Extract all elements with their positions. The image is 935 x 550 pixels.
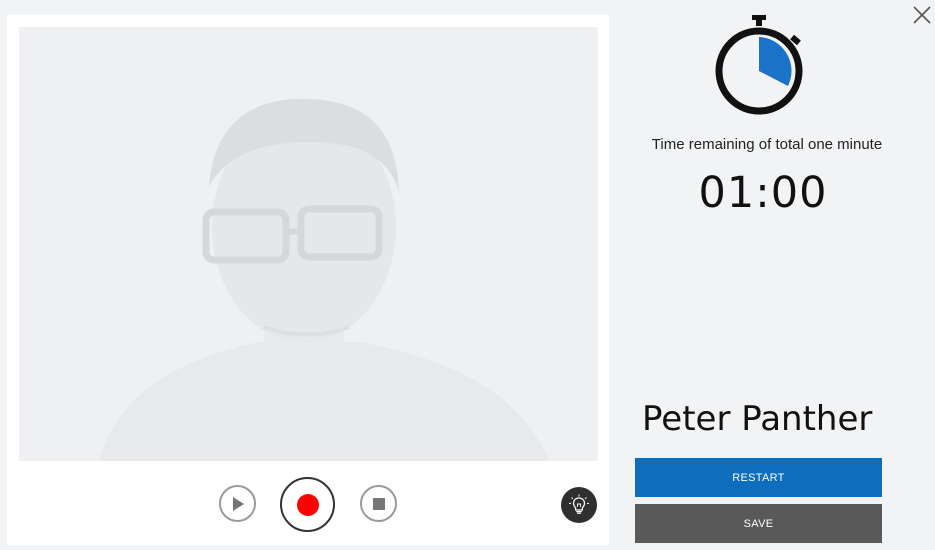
restart-button[interactable]: RESTART [635,458,882,497]
play-button[interactable] [219,485,256,522]
close-button[interactable] [911,4,933,26]
tips-button[interactable] [561,487,597,523]
record-button[interactable] [280,477,335,532]
webcam-preview [19,27,598,461]
video-panel [7,15,609,545]
play-icon [232,496,244,511]
record-icon [296,493,319,516]
timer-caption: Time remaining of total one minute [651,136,883,153]
stop-icon [372,497,385,510]
save-button[interactable]: SAVE [635,504,882,543]
person-name: Peter Panther [642,399,873,439]
close-icon [913,6,931,24]
timer-value: 01:00 [698,168,828,218]
save-button-label: SAVE [743,517,774,530]
lightbulb-icon [569,494,589,514]
stop-button[interactable] [360,485,397,522]
restart-button-label: RESTART [732,471,785,484]
stopwatch-icon [715,15,803,115]
